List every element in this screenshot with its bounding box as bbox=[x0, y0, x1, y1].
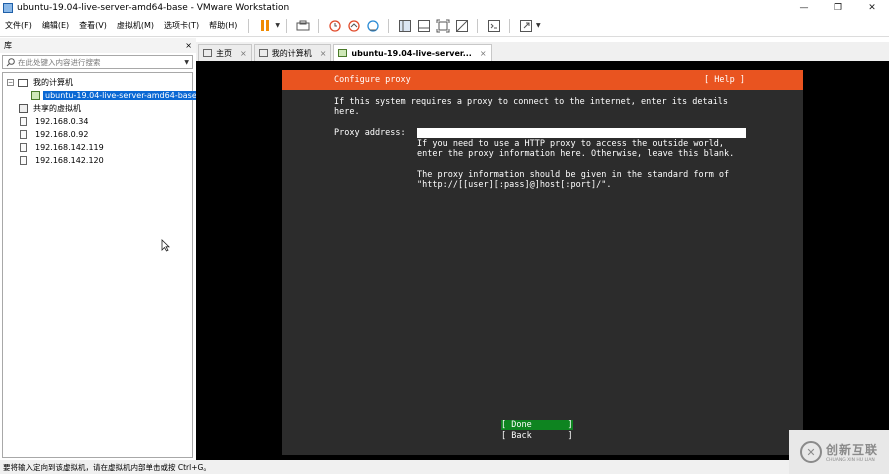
watermark-text: 创新互联 CHUANG XIN HU LIAN bbox=[826, 441, 878, 463]
stretch-dropdown-icon[interactable]: ▼ bbox=[536, 22, 541, 29]
toolbar-separator bbox=[388, 18, 390, 33]
maximize-button[interactable]: ❐ bbox=[821, 0, 855, 15]
toolbar-separator bbox=[286, 18, 288, 33]
tree-item-label: 我的计算机 bbox=[33, 78, 73, 87]
collapse-icon[interactable]: − bbox=[7, 79, 14, 86]
proxy-address-label: Proxy address: bbox=[334, 128, 406, 138]
status-text: 要将输入定向到该虚拟机，请在虚拟机内部单击或按 Ctrl+G。 bbox=[3, 462, 211, 472]
intro-text-line1: If this system requires a proxy to conne… bbox=[334, 97, 729, 107]
close-button[interactable]: ✕ bbox=[855, 0, 889, 15]
tree-item-label: 192.168.0.92 bbox=[35, 130, 89, 139]
tree-item-label: 192.168.142.119 bbox=[35, 143, 104, 152]
pause-icon[interactable] bbox=[256, 17, 273, 34]
form-text-line1: The proxy information should be given in… bbox=[417, 170, 730, 180]
vm-running-icon bbox=[31, 91, 40, 100]
chevron-down-icon[interactable]: ▼ bbox=[184, 59, 189, 66]
tab-home[interactable]: 主页 × bbox=[198, 44, 252, 61]
unity-mode-icon[interactable] bbox=[453, 17, 470, 34]
menu-tabs[interactable]: 选项卡(T) bbox=[159, 20, 204, 31]
minimize-button[interactable]: — bbox=[787, 0, 821, 15]
revert-snapshot-icon[interactable] bbox=[345, 17, 362, 34]
snapshot-icon[interactable] bbox=[326, 17, 343, 34]
menu-vm[interactable]: 虚拟机(M) bbox=[112, 20, 159, 31]
thumbnail-view-icon[interactable] bbox=[415, 17, 432, 34]
tab-label: ubuntu-19.04-live-server... bbox=[351, 48, 472, 58]
computer-icon bbox=[258, 49, 268, 57]
fullscreen-icon[interactable] bbox=[434, 17, 451, 34]
vm-console-screen[interactable]: Configure proxy [ Help ] If this system … bbox=[196, 61, 889, 460]
tab-my-computer[interactable]: 我的计算机 × bbox=[253, 44, 332, 61]
toolbar-separator bbox=[477, 18, 479, 33]
menu-edit[interactable]: 编辑(E) bbox=[37, 20, 74, 31]
tree-item-host[interactable]: 192.168.142.120 bbox=[20, 154, 106, 167]
server-icon bbox=[20, 156, 27, 165]
tree-item-label: 192.168.0.34 bbox=[35, 117, 89, 126]
server-icon bbox=[20, 143, 27, 152]
back-button[interactable]: [ Back ] bbox=[501, 431, 573, 441]
hint-text-line2: enter the proxy information here. Otherw… bbox=[417, 149, 735, 159]
send-keys-icon[interactable] bbox=[294, 17, 311, 34]
search-icon bbox=[6, 57, 15, 66]
watermark: ✕ 创新互联 CHUANG XIN HU LIAN bbox=[789, 430, 889, 474]
toolbar-separator bbox=[318, 18, 320, 33]
stretch-icon[interactable] bbox=[517, 17, 534, 34]
tab-label: 主页 bbox=[216, 48, 232, 58]
tab-strip: 主页 × 我的计算机 × ubuntu-19.04-live-server...… bbox=[196, 42, 889, 61]
tree-item-label: ubuntu-19.04-live-server-amd64-base bbox=[43, 91, 199, 100]
tree-item-my-computer[interactable]: − 我的计算机 bbox=[7, 76, 75, 89]
tree-item-shared-vms[interactable]: 共享的虚拟机 bbox=[19, 102, 83, 115]
home-icon bbox=[203, 49, 212, 57]
window-title: ubuntu-19.04-live-server-amd64-base - VM… bbox=[17, 2, 290, 13]
menu-view[interactable]: 查看(V) bbox=[74, 20, 112, 31]
installer-dialog: Configure proxy [ Help ] If this system … bbox=[282, 70, 803, 455]
toolbar-separator bbox=[248, 18, 250, 33]
intro-text-line2: here. bbox=[334, 107, 360, 117]
title-bar: ubuntu-19.04-live-server-amd64-base - VM… bbox=[0, 0, 889, 15]
installer-header: Configure proxy [ Help ] bbox=[282, 70, 803, 90]
tree-item-host[interactable]: 192.168.0.34 bbox=[20, 115, 90, 128]
installer-title: Configure proxy bbox=[334, 75, 411, 85]
library-close-icon[interactable]: × bbox=[185, 41, 192, 50]
tab-label: 我的计算机 bbox=[271, 48, 312, 58]
snapshot-manager-icon[interactable] bbox=[364, 17, 381, 34]
proxy-address-input[interactable] bbox=[417, 128, 746, 138]
library-view-icon[interactable] bbox=[396, 17, 413, 34]
search-placeholder: 在此处键入内容进行搜索 bbox=[18, 57, 101, 67]
library-tree: − 我的计算机 ubuntu-19.04-live-server-amd64-b… bbox=[2, 72, 199, 458]
menu-file[interactable]: 文件(F) bbox=[0, 20, 37, 31]
form-text-line2: "http://[[user][:pass]@]host[:port]/". bbox=[417, 180, 612, 190]
tab-close-icon[interactable]: × bbox=[480, 49, 487, 58]
pause-dropdown-icon[interactable]: ▼ bbox=[275, 22, 280, 29]
window-controls: — ❐ ✕ bbox=[787, 0, 889, 15]
toolbar-separator bbox=[509, 18, 511, 33]
tab-close-icon[interactable]: × bbox=[240, 49, 247, 58]
vmware-app-icon bbox=[3, 2, 13, 13]
done-button[interactable]: [ Done ] bbox=[501, 420, 573, 430]
library-search-input[interactable]: 在此处键入内容进行搜索 ▼ bbox=[2, 55, 193, 69]
tree-item-ubuntu-vm[interactable]: ubuntu-19.04-live-server-amd64-base bbox=[31, 89, 199, 102]
tree-item-label: 共享的虚拟机 bbox=[33, 104, 81, 113]
status-bar: 要将输入定向到该虚拟机，请在虚拟机内部单击或按 Ctrl+G。 bbox=[0, 460, 889, 474]
tree-item-label: 192.168.142.120 bbox=[35, 156, 104, 165]
tab-close-icon[interactable]: × bbox=[320, 49, 327, 58]
server-icon bbox=[20, 117, 27, 126]
hint-text-line1: If you need to use a HTTP proxy to acces… bbox=[417, 139, 725, 149]
library-header: 库 × bbox=[0, 38, 196, 53]
computer-icon bbox=[18, 78, 28, 87]
library-title: 库 bbox=[4, 41, 12, 50]
watermark-logo-icon: ✕ bbox=[799, 441, 822, 463]
watermark-cn: 创新互联 bbox=[825, 443, 878, 457]
mouse-cursor-icon bbox=[161, 239, 170, 255]
tree-item-host[interactable]: 192.168.0.92 bbox=[20, 128, 90, 141]
help-button[interactable]: [ Help ] bbox=[704, 75, 745, 85]
shared-vm-icon bbox=[19, 104, 28, 113]
watermark-en: CHUANG XIN HU LIAN bbox=[825, 458, 875, 463]
menu-toolbar: 文件(F) 编辑(E) 查看(V) 虚拟机(M) 选项卡(T) 帮助(H) ▼ … bbox=[0, 15, 889, 37]
server-icon bbox=[20, 130, 27, 139]
tree-item-host[interactable]: 192.168.142.119 bbox=[20, 141, 106, 154]
console-view-icon[interactable] bbox=[485, 17, 502, 34]
vm-icon bbox=[338, 49, 348, 57]
tab-ubuntu-vm[interactable]: ubuntu-19.04-live-server... × bbox=[333, 44, 492, 61]
menu-help[interactable]: 帮助(H) bbox=[204, 20, 242, 31]
